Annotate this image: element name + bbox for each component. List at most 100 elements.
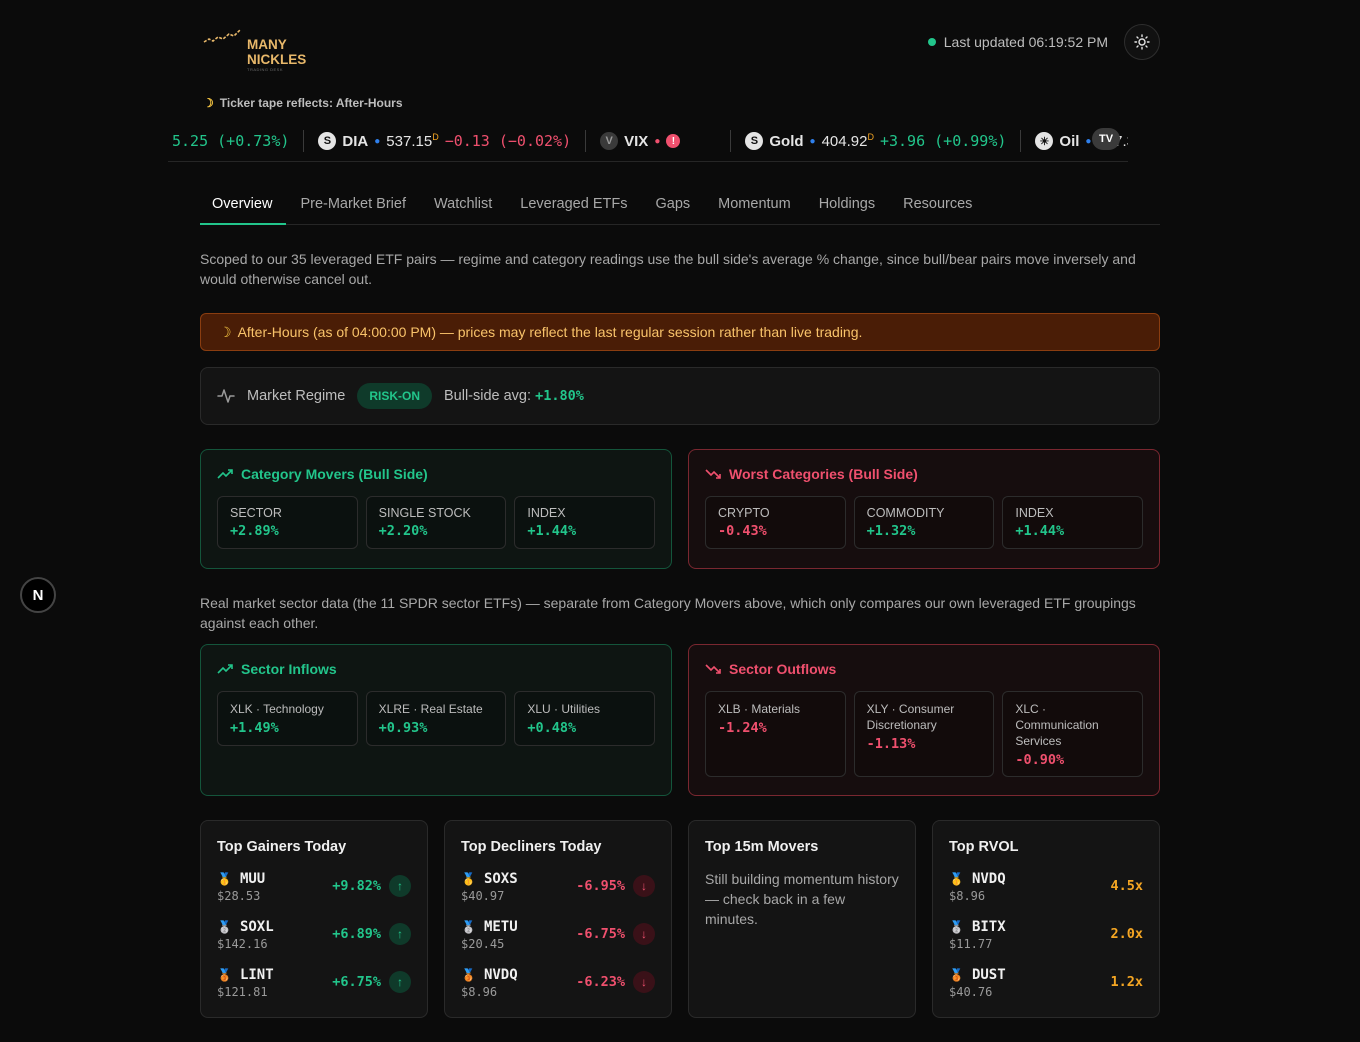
list-item[interactable]: 🥈 SOXL $142.16 +6.89% ↑: [217, 917, 411, 951]
category-label: INDEX: [1015, 506, 1054, 520]
arrow-down-icon: ↓: [633, 875, 655, 897]
ticker-item-partial[interactable]: 5.25 (+0.73%): [168, 130, 305, 152]
moon-icon: ☽: [203, 96, 214, 110]
list-item[interactable]: 🥈 METU $20.45 -6.75% ↓: [461, 917, 655, 951]
change-value: +6.75%: [332, 974, 381, 990]
tab-watchlist[interactable]: Watchlist: [420, 186, 506, 225]
intro-description: Scoped to our 35 leveraged ETF pairs — r…: [200, 251, 1136, 287]
list-item[interactable]: 🥉 NVDQ $8.96 -6.23% ↓: [461, 965, 655, 999]
category-movers-panel: Category Movers (Bull Side) SECTOR +2.89…: [200, 449, 672, 569]
tab-gaps[interactable]: Gaps: [641, 186, 704, 225]
tab-pre-market-brief[interactable]: Pre-Market Brief: [286, 186, 420, 225]
category-label: SINGLE STOCK: [378, 506, 471, 520]
top-gainers-card: Top Gainers Today 🥇 MUU $28.53 +9.82% ↑ 🥈…: [200, 820, 428, 1018]
change-value: +6.89%: [332, 926, 381, 942]
ticker-item-gold[interactable]: S Gold ● 404.92D +3.96 (+0.99%): [731, 130, 1022, 152]
trending-down-icon: [705, 664, 721, 674]
silver-medal-icon: 🥈: [949, 919, 964, 934]
sector-label: XLK · Technology: [230, 702, 324, 716]
ticker-symbol: NVDQ: [971, 870, 1006, 887]
top-rvol-card: Top RVOL 🥇 NVDQ $8.96 4.5x 🥈 BITX $11.77 2…: [932, 820, 1160, 1018]
ticker-tape-track: 5.25 (+0.73%) S DIA ● 537.15D −0.13 (−0.…: [168, 130, 1128, 152]
category-cell: CRYPTO -0.43%: [705, 496, 846, 549]
ticker-symbol: Oil: [1059, 132, 1080, 150]
top-15m-movers-card: Top 15m Movers Still building momentum h…: [688, 820, 916, 1018]
list-item[interactable]: 🥇 MUU $28.53 +9.82% ↑: [217, 869, 411, 903]
tradingview-badge[interactable]: TV: [1092, 128, 1120, 150]
panel-title: Sector Outflows: [705, 661, 1143, 677]
ticker-tape-note: ☽ Ticker tape reflects: After-Hours: [203, 96, 403, 110]
category-cell: INDEX +1.44%: [514, 496, 656, 549]
regime-status-badge: RISK-ON: [357, 383, 432, 409]
ticker-price: $20.45: [461, 936, 505, 951]
sector-value: +1.49%: [230, 720, 279, 736]
ticker-change: 5.25 (+0.73%): [172, 132, 290, 150]
live-status-dot: [927, 38, 936, 46]
card-title: Top RVOL: [949, 839, 1019, 855]
gold-medal-icon: 🥇: [461, 871, 476, 886]
ticker-symbol: METU: [483, 918, 518, 935]
ticker-price: $40.97: [461, 888, 505, 903]
after-hours-banner: ☽ After-Hours (as of 04:00:00 PM) — pric…: [200, 313, 1160, 351]
change-value: -6.95%: [576, 878, 625, 894]
delayed-marker: D: [432, 132, 439, 142]
list-item[interactable]: 🥉 DUST $40.76 1.2x: [949, 965, 1143, 999]
brand-name-line1: MANY: [247, 37, 287, 52]
ticker-price: $11.77: [949, 936, 993, 951]
market-dot-icon: ●: [374, 135, 381, 147]
sector-value: +0.93%: [378, 720, 428, 736]
moon-icon: ☽: [219, 323, 232, 340]
ticker-symbol: MUU: [239, 870, 266, 887]
category-movers-title: Category Movers (Bull Side): [241, 466, 428, 482]
sector-label: XLU · Utilities: [527, 702, 601, 716]
bronze-medal-icon: 🥉: [949, 967, 964, 982]
brand-logo[interactable]: MANY NICKLES TRADING DESK: [203, 28, 306, 72]
list-item[interactable]: 🥇 NVDQ $8.96 4.5x: [949, 869, 1143, 903]
trending-up-icon: [217, 469, 233, 479]
category-cell: COMMODITY +1.32%: [853, 496, 995, 549]
sector-label: XLC · Communication Services: [1015, 702, 1099, 748]
ticker-symbol: DUST: [971, 966, 1006, 983]
main-tabs: Overview Pre-Market Brief Watchlist Leve…: [200, 186, 1160, 225]
rvol-value: 4.5x: [1110, 878, 1143, 894]
market-regime-bar: Market Regime RISK-ON Bull-side avg: +1.…: [200, 367, 1160, 425]
list-item[interactable]: 🥈 BITX $11.77 2.0x: [949, 917, 1143, 951]
oil-logo-icon: ☀: [1035, 132, 1054, 150]
market-dot-icon: ●: [654, 135, 661, 147]
panel-title: Sector Inflows: [217, 661, 655, 677]
category-cell: SINGLE STOCK +2.20%: [365, 496, 507, 549]
tab-leveraged-etfs[interactable]: Leveraged ETFs: [506, 186, 641, 225]
tab-holdings[interactable]: Holdings: [805, 186, 889, 225]
tab-momentum[interactable]: Momentum: [704, 186, 805, 225]
tab-overview[interactable]: Overview: [200, 186, 287, 225]
arrow-down-icon: ↓: [633, 971, 655, 993]
sector-label: XLB · Materials: [718, 702, 801, 716]
ticker-price: $8.96: [461, 984, 498, 999]
tab-resources[interactable]: Resources: [889, 186, 986, 225]
sector-value: -1.13%: [866, 736, 916, 752]
ticker-tape-note-text: Ticker tape reflects: After-Hours: [219, 96, 403, 110]
dia-logo-icon: S: [318, 132, 337, 150]
logo-chart-icon: [203, 29, 241, 43]
alert-icon: !: [666, 134, 681, 148]
theme-toggle-button[interactable]: [1124, 24, 1160, 60]
sector-value: -0.90%: [1015, 752, 1065, 768]
sector-value: -1.24%: [718, 720, 767, 736]
brand-tagline: TRADING DESK: [247, 67, 284, 72]
list-item[interactable]: 🥉 LINT $121.81 +6.75% ↑: [217, 965, 411, 999]
sun-icon: [1134, 34, 1150, 50]
ticker-symbol: LINT: [239, 966, 274, 983]
category-value: +1.44%: [1015, 523, 1065, 539]
arrow-down-icon: ↓: [633, 923, 655, 945]
market-dot-icon: ●: [1085, 135, 1092, 147]
gold-medal-icon: 🥇: [217, 871, 232, 886]
next-dev-tools-button[interactable]: N: [20, 577, 56, 613]
ticker-item-dia[interactable]: S DIA ● 537.15D −0.13 (−0.02%): [304, 130, 587, 152]
empty-state-text: Still building momentum history — check …: [705, 871, 899, 927]
ticker-tape[interactable]: 5.25 (+0.73%) S DIA ● 537.15D −0.13 (−0.…: [168, 124, 1128, 162]
sector-note: Real market sector data (the 11 SPDR sec…: [200, 595, 1136, 631]
arrow-up-icon: ↑: [389, 971, 411, 993]
ticker-item-vix[interactable]: V VIX ● !: [586, 130, 732, 152]
list-item[interactable]: 🥇 SOXS $40.97 -6.95% ↓: [461, 869, 655, 903]
category-label: INDEX: [527, 506, 566, 520]
